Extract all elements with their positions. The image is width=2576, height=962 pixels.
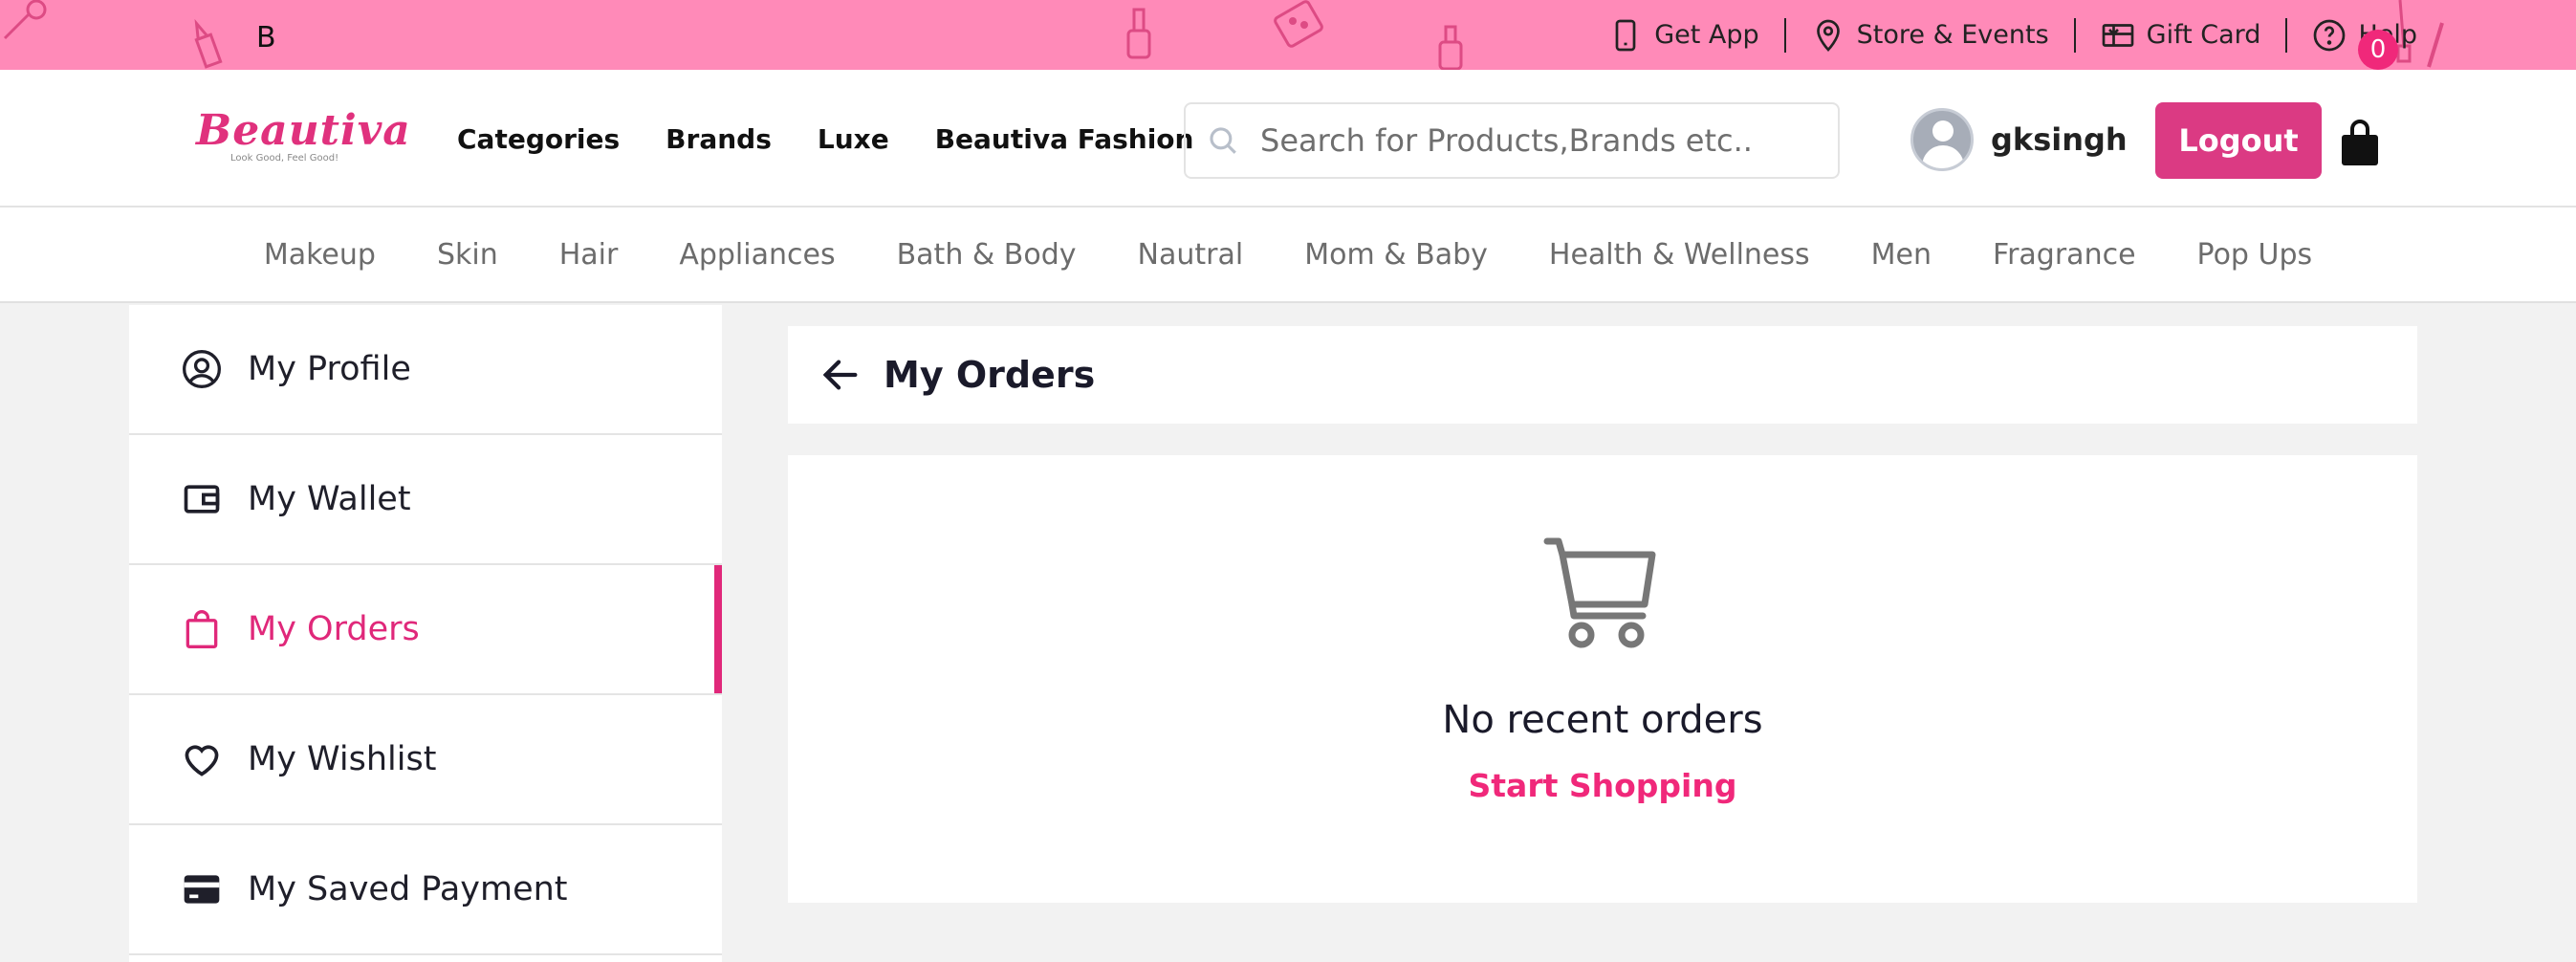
category-nav: Makeup Skin Hair Appliances Bath & Body … [0,208,2576,303]
back-arrow-icon[interactable] [819,353,862,397]
store-events-link[interactable]: Store & Events [1786,0,2074,70]
category-bath-body[interactable]: Bath & Body [897,238,1077,272]
search-box [1184,102,1840,179]
location-pin-icon [1816,19,1840,52]
user-profile[interactable]: gksingh [1910,108,2128,171]
username: gksingh [1991,121,2128,158]
gift-card-link[interactable]: Gift Card [2076,0,2286,70]
help-circle-icon [2314,19,2346,51]
sidebar-item-my-wallet[interactable]: My Wallet [129,435,722,565]
sidebar-item-label: My Wishlist [248,740,437,778]
orders-header: My Orders [788,326,2417,424]
category-hair[interactable]: Hair [559,238,619,272]
phone-icon [1615,19,1636,51]
gift-card-icon [2102,23,2133,47]
nail-polish-decoration-icon [1126,8,1151,59]
shopping-bag-icon [186,610,218,648]
nail-polish-decoration-icon [1438,25,1463,70]
sidebar-item-my-orders[interactable]: My Orders [129,565,722,695]
category-makeup[interactable]: Makeup [264,238,376,272]
credit-card-icon [184,875,220,904]
category-appliances[interactable]: Appliances [679,238,835,272]
heart-icon [185,745,219,776]
get-app-label: Get App [1654,20,1759,50]
start-shopping-link[interactable]: Start Shopping [788,767,2417,804]
search-input[interactable] [1260,122,1834,159]
category-nautral[interactable]: Nautral [1138,238,1244,272]
logo-text: Beautiva [196,106,411,155]
cart-bag-icon[interactable] [2339,120,2381,167]
category-fragrance[interactable]: Fragrance [1993,238,2136,272]
topbar-letter: B [256,21,276,55]
store-events-label: Store & Events [1856,20,2049,50]
category-pop-ups[interactable]: Pop Ups [2197,238,2313,272]
promo-topbar: B Get App Store & Events Gift Card Help [0,0,2576,70]
cart-count-badge: 0 [2358,30,2398,70]
main-header: Beautiva Look Good, Feel Good! Categorie… [0,70,2576,208]
topbar-links: Get App Store & Events Gift Card Help [1583,0,2442,70]
gift-card-label: Gift Card [2146,20,2261,50]
nav-luxe[interactable]: Luxe [818,123,889,155]
wallet-icon [184,485,220,514]
get-app-link[interactable]: Get App [1583,0,1783,70]
brand-logo[interactable]: Beautiva Look Good, Feel Good! [196,106,411,173]
shopping-cart-icon [1543,537,1656,648]
category-health-wellness[interactable]: Health & Wellness [1549,238,1810,272]
nav-categories[interactable]: Categories [457,123,620,155]
empty-orders-message: No recent orders [1442,698,1763,742]
nav-beautiva-fashion[interactable]: Beautiva Fashion [935,123,1194,155]
user-circle-icon [183,350,221,388]
search-icon [1210,127,1236,154]
logout-button[interactable]: Logout [2155,102,2322,179]
sidebar-item-label: My Orders [248,610,420,648]
sidebar-item-my-profile[interactable]: My Profile [129,305,722,435]
lipstick-decoration-icon [194,18,223,69]
category-mom-baby[interactable]: Mom & Baby [1304,238,1488,272]
category-men[interactable]: Men [1871,238,1932,272]
makeup-brush-decoration-icon [3,0,47,40]
main-nav: Categories Brands Luxe Beautiva Fashion [457,70,1193,208]
orders-empty-state: No recent orders Start Shopping [788,455,2417,903]
sidebar-item-my-saved-payment[interactable]: My Saved Payment [129,825,722,955]
sidebar-item-label: My Wallet [248,480,411,518]
eyeshadow-palette-decoration-icon [1274,0,1323,48]
sidebar-item-label: My Saved Payment [248,870,568,908]
account-sidebar: My Profile My Wallet My Orders My Wishli… [129,305,722,962]
category-skin[interactable]: Skin [437,238,498,272]
page-title: My Orders [884,354,1096,396]
nav-brands[interactable]: Brands [666,123,772,155]
sidebar-item-my-wishlist[interactable]: My Wishlist [129,695,722,825]
avatar [1910,108,1974,171]
sidebar-item-label: My Profile [248,350,411,388]
